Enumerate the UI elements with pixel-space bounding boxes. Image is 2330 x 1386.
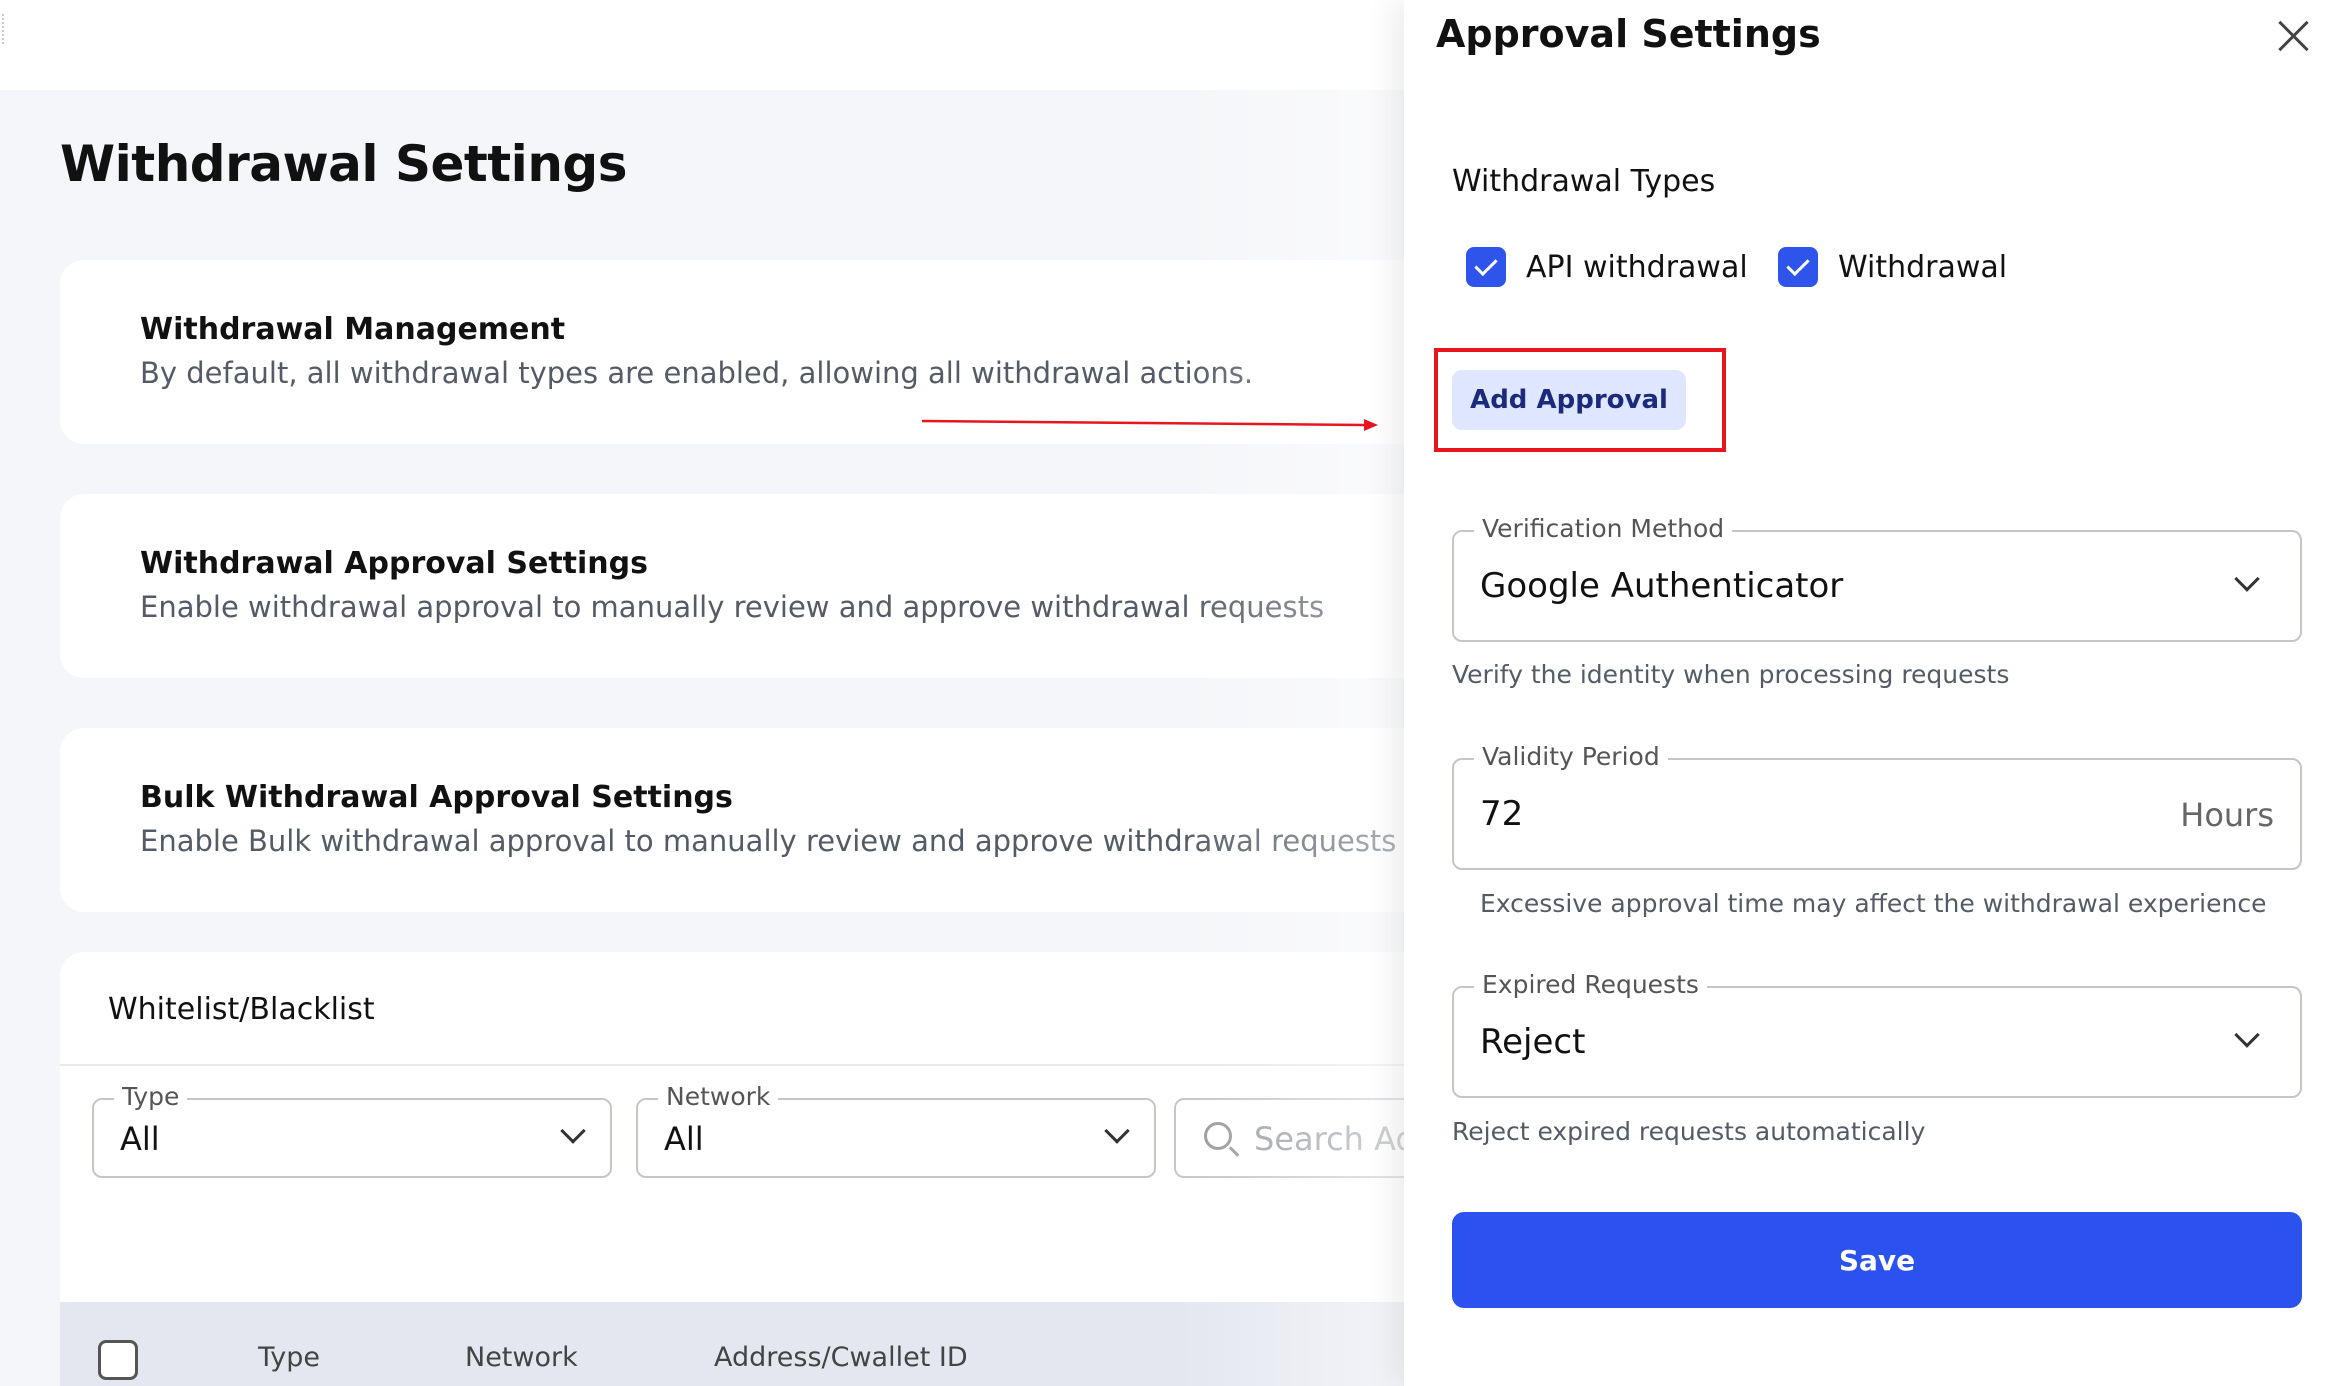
verification-helper-text: Verify the identity when processing requ…: [1452, 660, 2010, 689]
page-title: Withdrawal Settings: [60, 135, 627, 193]
approval-settings-drawer: Approval Settings Withdrawal Types API w…: [1404, 0, 2330, 1386]
card-description: Enable withdrawal approval to manually r…: [140, 590, 1325, 624]
top-bar: [0, 0, 1404, 90]
search-placeholder: Search Add: [1254, 1120, 1404, 1158]
chevron-down-icon: [2234, 1022, 2260, 1048]
chevron-down-icon: [560, 1118, 586, 1144]
card-description: Enable Bulk withdrawal approval to manua…: [140, 824, 1397, 858]
verification-method-label: Verification Method: [1474, 514, 1733, 543]
search-icon: [1204, 1122, 1232, 1150]
chevron-down-icon: [2234, 566, 2260, 592]
content-area: Withdrawal Settings Withdrawal Managemen…: [0, 90, 1404, 1386]
withdrawal-approval-settings-card[interactable]: Withdrawal Approval Settings Enable with…: [60, 494, 1404, 678]
validity-period-unit: Hours: [2180, 796, 2274, 834]
withdrawal-checkbox[interactable]: Withdrawal: [1778, 245, 2007, 289]
withdrawal-management-card[interactable]: Withdrawal Management By default, all wi…: [60, 260, 1404, 444]
search-address-input[interactable]: Search Add: [1174, 1098, 1404, 1178]
drawer-title: Approval Settings: [1436, 12, 1821, 56]
column-header-network: Network: [465, 1342, 578, 1373]
checkbox-label: Withdrawal: [1838, 249, 2008, 285]
withdrawal-settings-page: Withdrawal Settings Withdrawal Managemen…: [0, 0, 1404, 1386]
corner-loading-icon: [2, 14, 10, 44]
select-all-checkbox[interactable]: [98, 1340, 138, 1380]
add-approval-button[interactable]: Add Approval: [1452, 370, 1686, 430]
network-filter-value: All: [664, 1120, 704, 1158]
withdrawal-types-label: Withdrawal Types: [1452, 164, 1716, 199]
type-filter-select[interactable]: Type All: [92, 1082, 612, 1178]
annotation-arrow-icon: [922, 419, 1378, 431]
checkbox-label: API withdrawal: [1526, 249, 1748, 285]
expired-helper-text: Reject expired requests automatically: [1452, 1117, 1926, 1146]
validity-period-value: 72: [1480, 794, 1524, 834]
card-title: Bulk Withdrawal Approval Settings: [140, 780, 733, 815]
validity-period-label: Validity Period: [1474, 742, 1668, 771]
save-button[interactable]: Save: [1452, 1212, 2302, 1308]
bulk-withdrawal-approval-settings-card[interactable]: Bulk Withdrawal Approval Settings Enable…: [60, 728, 1404, 912]
network-filter-label: Network: [658, 1082, 779, 1111]
divider: [60, 1064, 1404, 1066]
card-title: Withdrawal Approval Settings: [140, 546, 648, 581]
type-filter-value: All: [120, 1120, 160, 1158]
whitelist-blacklist-title: Whitelist/Blacklist: [108, 992, 375, 1027]
column-header-type: Type: [258, 1342, 321, 1373]
expired-requests-select[interactable]: Expired Requests Reject: [1452, 970, 2302, 1098]
checkbox-checked-icon[interactable]: [1778, 247, 1818, 287]
card-description: By default, all withdrawal types are ena…: [140, 356, 1254, 390]
whitelist-blacklist-card: Whitelist/Blacklist Type All Network All…: [60, 952, 1404, 1386]
type-filter-label: Type: [114, 1082, 188, 1111]
validity-period-input[interactable]: Validity Period 72 Hours: [1452, 742, 2302, 870]
chevron-down-icon: [1104, 1118, 1130, 1144]
column-header-address: Address/Cwallet ID: [714, 1342, 968, 1373]
network-filter-select[interactable]: Network All: [636, 1082, 1156, 1178]
validity-helper-text: Excessive approval time may affect the w…: [1480, 889, 2267, 918]
card-title: Withdrawal Management: [140, 312, 566, 347]
expired-requests-label: Expired Requests: [1474, 970, 1707, 999]
verification-method-value: Google Authenticator: [1480, 566, 1844, 606]
close-icon[interactable]: [2276, 18, 2312, 54]
expired-requests-value: Reject: [1480, 1022, 1586, 1062]
checkbox-checked-icon[interactable]: [1466, 247, 1506, 287]
verification-method-select[interactable]: Verification Method Google Authenticator: [1452, 514, 2302, 642]
api-withdrawal-checkbox[interactable]: API withdrawal: [1466, 245, 1748, 289]
table-header: Type Network Address/Cwallet ID: [60, 1302, 1404, 1386]
